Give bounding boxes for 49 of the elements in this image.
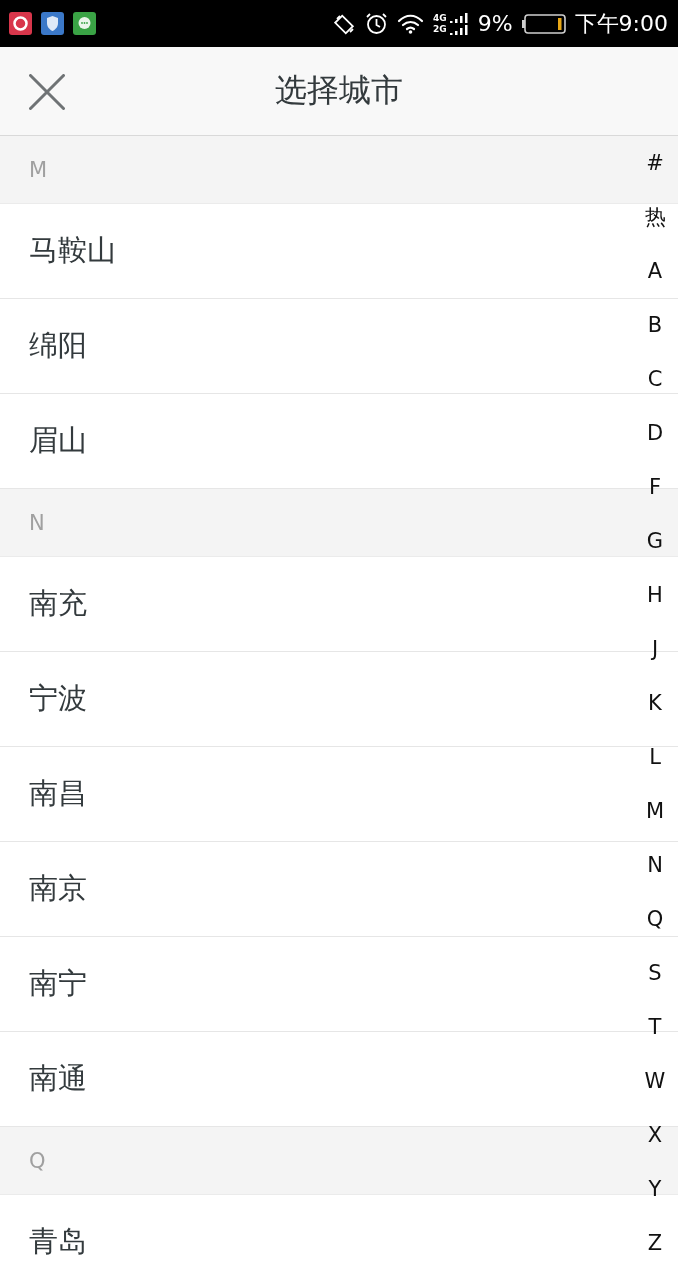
close-button[interactable]	[29, 74, 65, 110]
city-name[interactable]: 眉山	[29, 421, 87, 461]
clock-time: 下午9:00	[574, 9, 668, 38]
index-letter[interactable]: B	[647, 298, 663, 352]
city-name[interactable]: 南宁	[29, 964, 87, 1004]
ring-app-icon	[9, 12, 32, 35]
city-name[interactable]: 南通	[29, 1059, 87, 1099]
section-letter: M	[29, 157, 48, 182]
index-letter[interactable]: L	[649, 730, 661, 784]
city-name[interactable]: 南昌	[29, 774, 87, 814]
city-name[interactable]: 南充	[29, 584, 87, 624]
index-letter[interactable]: C	[647, 352, 663, 406]
index-letter[interactable]: H	[647, 568, 663, 622]
network-label: 4G	[433, 12, 447, 24]
index-letter[interactable]: T	[648, 1000, 662, 1054]
battery-icon	[521, 13, 566, 34]
network-label: 2G	[433, 23, 447, 35]
index-letter[interactable]: J	[651, 622, 659, 676]
section-letter: N	[29, 510, 45, 535]
rotate-icon	[334, 12, 357, 35]
index-letter[interactable]: Y	[648, 1162, 662, 1216]
page-title: 选择城市	[275, 70, 403, 111]
section-letter: Q	[29, 1148, 46, 1173]
index-letter[interactable]: G	[646, 514, 664, 568]
index-letter[interactable]: K	[648, 676, 662, 730]
close-icon	[29, 74, 65, 110]
city-name[interactable]: 青岛	[29, 1222, 87, 1262]
city-name[interactable]: 马鞍山	[29, 231, 116, 271]
index-letter[interactable]: W	[644, 1054, 666, 1108]
index-letter[interactable]: 热	[644, 190, 666, 244]
signal-icon	[448, 12, 469, 35]
index-letter[interactable]: Z	[647, 1216, 663, 1270]
city-name[interactable]: 南京	[29, 869, 87, 909]
index-letter[interactable]: D	[646, 406, 664, 460]
wifi-icon	[397, 13, 425, 34]
index-letter[interactable]: F	[648, 460, 662, 514]
chat-app-icon	[73, 12, 96, 35]
index-letter[interactable]: #	[646, 136, 664, 190]
alarm-clock-icon	[365, 12, 389, 35]
index-letter[interactable]: S	[648, 946, 662, 1000]
index-letter[interactable]: A	[647, 244, 663, 298]
index-letter[interactable]: N	[647, 838, 663, 892]
index-letter[interactable]: Q	[646, 892, 664, 946]
index-letter[interactable]: X	[647, 1108, 663, 1162]
city-name[interactable]: 绵阳	[29, 326, 87, 366]
city-name[interactable]: 宁波	[29, 679, 87, 719]
shield-app-icon	[41, 12, 64, 35]
battery-percent: 9%	[477, 11, 513, 36]
index-letter[interactable]: M	[645, 784, 665, 838]
